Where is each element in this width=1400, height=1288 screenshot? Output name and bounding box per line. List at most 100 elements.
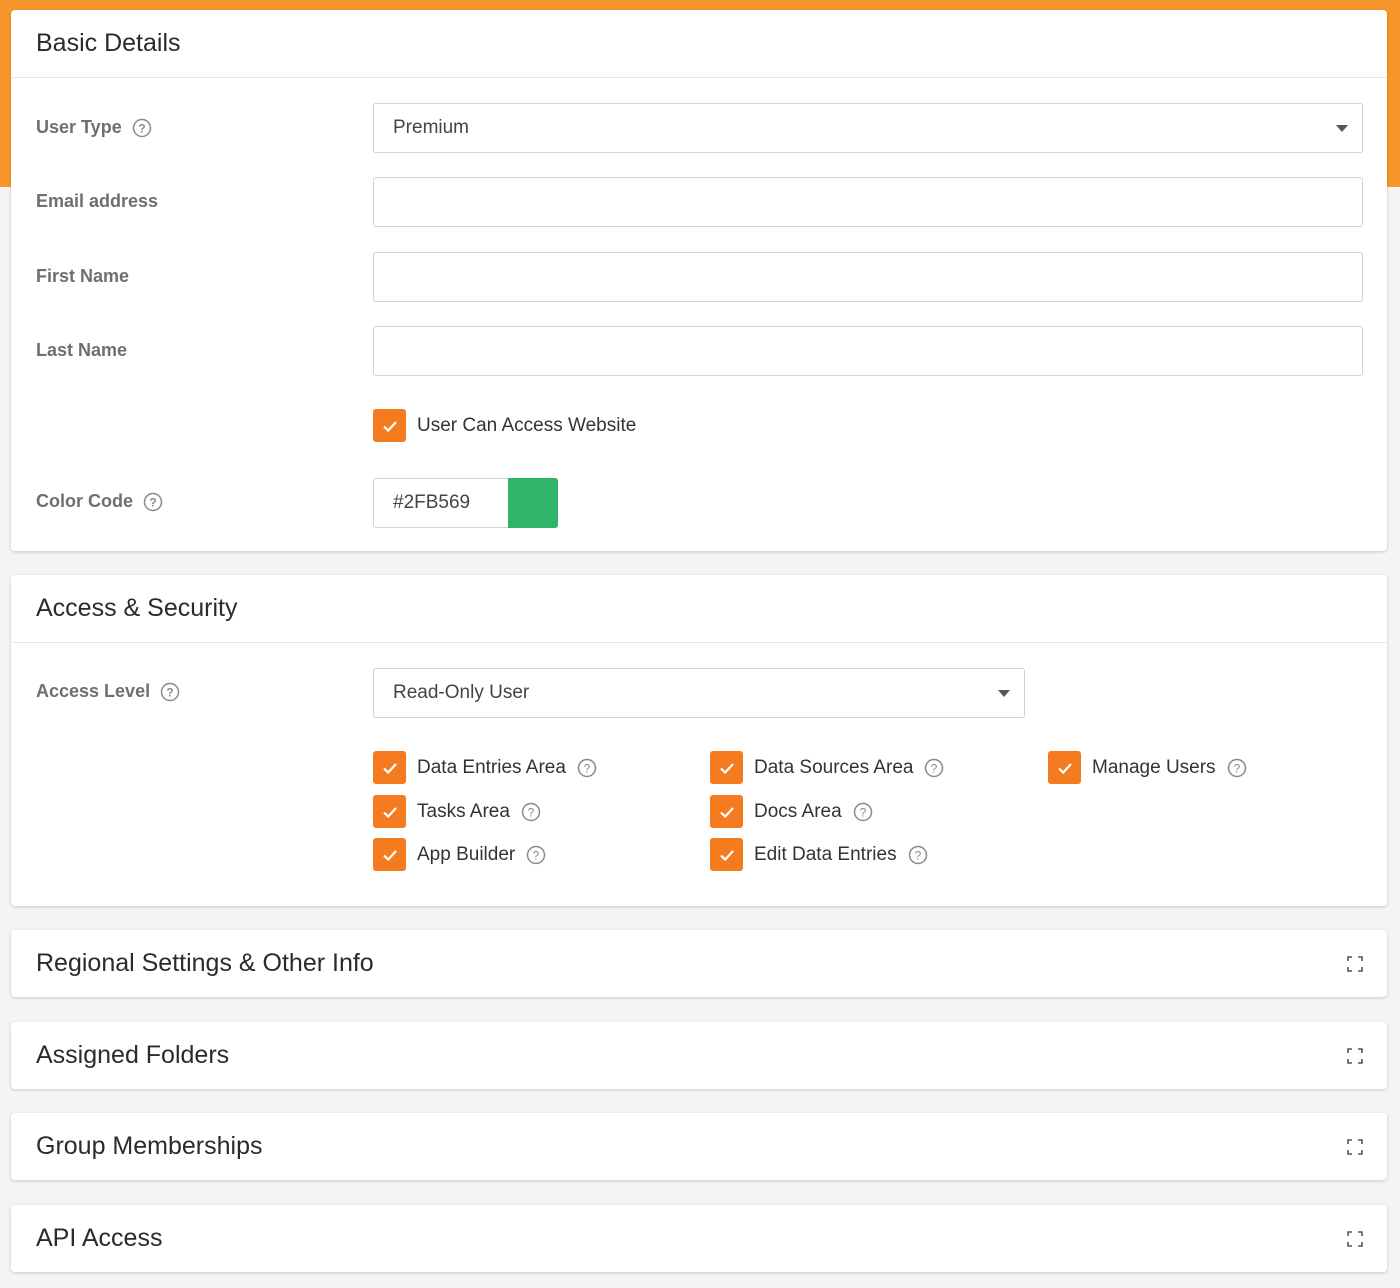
svg-text:?: ? [859,805,866,819]
regional-settings-header[interactable]: Regional Settings & Other Info [11,930,1387,997]
svg-text:?: ? [1233,761,1240,775]
permission-edit-data-entries[interactable]: Edit Data Entries ? [710,838,928,871]
access-security-title: Access & Security [36,594,238,622]
access-level-label-group: Access Level ? [36,681,180,702]
email-label: Email address [36,191,159,211]
permission-manage-users[interactable]: Manage Users ? [1048,751,1247,784]
permission-app-builder[interactable]: App Builder ? [373,838,546,871]
basic-details-title: Basic Details [36,29,181,57]
website-access-checkbox[interactable] [373,409,406,442]
checkmark-icon [382,849,397,861]
group-memberships-card[interactable]: Group Memberships [11,1113,1387,1180]
color-code-input[interactable]: #2FB569 [373,478,509,528]
permission-label: App Builder [417,843,516,865]
website-access-checkbox-item[interactable]: User Can Access Website [373,409,636,442]
help-icon[interactable]: ? [526,845,546,865]
permission-tasks-area[interactable]: Tasks Area ? [373,795,541,828]
first-name-label: First Name [36,266,130,286]
first-name-label-group: First Name [36,266,129,287]
permission-checkbox[interactable] [1048,751,1081,784]
permission-data-entries-area[interactable]: Data Entries Area ? [373,751,597,784]
color-code-value: #2FB569 [393,492,471,513]
permission-label: Edit Data Entries [754,843,897,865]
permission-checkbox[interactable] [373,751,406,784]
permission-label: Data Sources Area [754,756,914,778]
svg-text:?: ? [528,805,535,819]
svg-text:?: ? [166,685,173,699]
checkmark-icon [719,849,734,861]
help-icon[interactable]: ? [924,758,944,778]
expand-icon[interactable] [1347,1138,1363,1155]
permission-label: Docs Area [754,800,842,822]
help-icon[interactable]: ? [160,682,180,702]
help-icon[interactable]: ? [908,845,928,865]
permission-checkbox[interactable] [373,795,406,828]
access-level-select[interactable]: Read-Only User [373,668,1025,718]
assigned-folders-header[interactable]: Assigned Folders [11,1022,1387,1089]
group-memberships-header[interactable]: Group Memberships [11,1113,1387,1180]
permission-checkbox[interactable] [373,838,406,871]
svg-text:?: ? [584,761,591,775]
color-code-label: Color Code [36,491,133,511]
expand-icon[interactable] [1347,1230,1363,1247]
help-icon[interactable]: ? [132,118,152,138]
checkmark-icon [719,762,734,774]
permission-label: Tasks Area [417,800,510,822]
email-row: Email address [11,177,1387,227]
first-name-row: First Name [11,252,1387,302]
svg-text:?: ? [914,848,921,862]
last-name-label: Last Name [36,340,128,360]
basic-details-header: Basic Details [11,10,1387,78]
api-access-title: API Access [36,1224,163,1252]
permission-checkbox[interactable] [710,795,743,828]
checkmark-icon [382,762,397,774]
access-level-row: Access Level ? Read-Only User [11,668,1387,718]
assigned-folders-title: Assigned Folders [36,1041,230,1069]
access-security-card: Access & Security Access Level ? Read-On… [11,575,1387,906]
chevron-down-icon [1336,125,1348,132]
checkmark-icon [1057,762,1072,774]
checkmark-icon [382,806,397,818]
user-type-select[interactable]: Premium [373,103,1363,153]
svg-text:?: ? [149,495,156,509]
svg-text:?: ? [931,761,938,775]
checkmark-icon [382,420,397,432]
permission-data-sources-area[interactable]: Data Sources Area ? [710,751,944,784]
access-level-label: Access Level [36,681,151,701]
permission-checkbox[interactable] [710,751,743,784]
permission-docs-area[interactable]: Docs Area ? [710,795,873,828]
svg-text:?: ? [138,121,145,135]
access-security-header: Access & Security [11,575,1387,643]
api-access-card[interactable]: API Access [11,1205,1387,1272]
help-icon[interactable]: ? [143,492,163,512]
help-icon[interactable]: ? [853,802,873,822]
permission-checkbox[interactable] [710,838,743,871]
email-label-group: Email address [36,191,158,212]
help-icon[interactable]: ? [521,802,541,822]
last-name-row: Last Name [11,326,1387,376]
chevron-down-icon [998,690,1010,697]
permission-label: Manage Users [1092,756,1216,778]
color-code-label-group: Color Code ? [36,491,163,512]
expand-icon[interactable] [1347,1047,1363,1064]
basic-details-card: Basic Details User Type ? Premium Email … [11,10,1387,551]
api-access-header[interactable]: API Access [11,1205,1387,1272]
expand-icon[interactable] [1347,955,1363,972]
assigned-folders-card[interactable]: Assigned Folders [11,1022,1387,1089]
color-code-row: Color Code ? #2FB569 [11,478,1387,528]
user-type-label: User Type [36,117,122,137]
website-access-label: User Can Access Website [417,414,637,436]
user-type-value: Premium [393,117,470,138]
help-icon[interactable]: ? [577,758,597,778]
last-name-field[interactable] [373,326,1363,376]
help-icon[interactable]: ? [1227,758,1247,778]
color-swatch[interactable] [508,478,558,528]
first-name-field[interactable] [373,252,1363,302]
regional-settings-card[interactable]: Regional Settings & Other Info [11,930,1387,997]
svg-text:?: ? [533,848,540,862]
permission-label: Data Entries Area [417,756,566,778]
regional-settings-title: Regional Settings & Other Info [36,949,374,977]
last-name-label-group: Last Name [36,340,127,361]
group-memberships-title: Group Memberships [36,1132,263,1160]
email-field[interactable] [373,177,1363,227]
